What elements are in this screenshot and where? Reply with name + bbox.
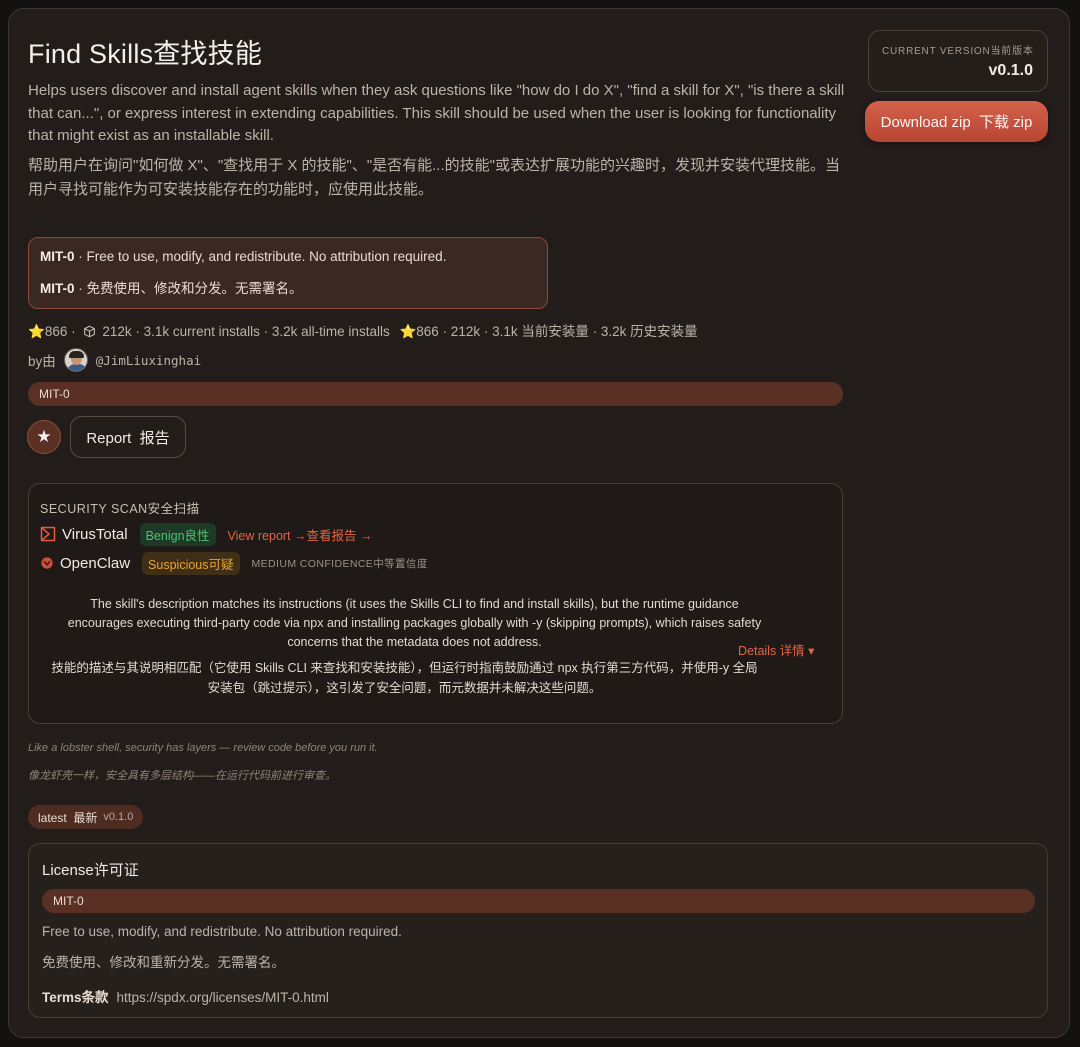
scan-summary-en: The skill's description matches its inst… <box>67 597 762 649</box>
virustotal-icon <box>40 526 56 542</box>
license-note-en-text: · Free to use, modify, and redistribute.… <box>74 249 447 264</box>
report-button[interactable]: Report 报告 <box>70 416 186 458</box>
stats-zh-text: · 212k · 3.1k 当前安装量 · 3.2k 历史安装量 <box>438 324 698 339</box>
license-note-name: MIT-0 <box>40 249 75 264</box>
license-pill: MIT-0 <box>28 382 843 406</box>
virustotal-row: VirusTotal Benign良性 View report →查看报告 → <box>40 522 372 546</box>
current-version-value: v0.1.0 <box>988 62 1033 79</box>
downloads-text: 212k · 3.1k current installs · 3.2k all-… <box>102 324 390 339</box>
security-scan-panel: SECURITY SCAN安全扫描 VirusTotal Benign良性 Vi… <box>28 483 843 724</box>
version-tag-version: v0.1.0 <box>103 811 134 823</box>
author-byline: by由 @JimLiuxinghai <box>28 347 201 373</box>
tagline-en: Like a lobster shell, security has layer… <box>28 742 378 754</box>
star-icon-zh: ⭐ <box>399 324 417 339</box>
stars-count: 866 <box>44 324 68 339</box>
license-card-zh: 免费使用、修改和重新分发。无需署名。 <box>42 955 285 970</box>
openclaw-icon <box>41 557 53 569</box>
stats-separator: · <box>67 324 80 339</box>
license-terms: Terms条款 https://spdx.org/licenses/MIT-0.h… <box>42 986 329 1006</box>
by-label: by由 <box>28 354 56 369</box>
star-icon: ⭐ <box>28 324 45 339</box>
license-note-zh-text: · 免费使用、修改和分发。无需署名。 <box>74 281 303 296</box>
author-handle[interactable]: @JimLiuxinghai <box>96 353 201 368</box>
stats-row: ⭐866 · 212k · 3.1k current installs · 3.… <box>28 320 698 340</box>
scan-summary-zh: 技能的描述与其说明相匹配（它使用 Skills CLI 来查找和安装技能），但运… <box>51 661 758 695</box>
license-note-name-zh: MIT-0 <box>40 281 75 296</box>
tagline-zh: 像龙虾壳一样，安全具有多层结构——在运行代码前进行审查。 <box>28 770 336 782</box>
avatar[interactable] <box>63 348 88 372</box>
page-title: Find Skills查找技能 <box>28 39 263 69</box>
version-tag-label: latest 最新 <box>38 810 98 825</box>
details-toggle[interactable]: Details 详情 ▾ <box>738 640 814 659</box>
license-note-zh: MIT-0 · 免费使用、修改和分发。无需署名。 <box>40 277 303 297</box>
openclaw-row: OpenClaw Suspicious可疑 MEDIUM CONFIDENCE中… <box>40 551 428 575</box>
license-card-pill: MIT-0 <box>42 889 1035 913</box>
terms-label: Terms条款 <box>42 990 109 1005</box>
description-zh: 帮助用户在询问"如何做 X"、"查找用于 X 的技能"、"是否有能...的技能"… <box>28 157 840 198</box>
license-card-en: Free to use, modify, and redistribute. N… <box>42 924 402 939</box>
star-button[interactable]: ★ <box>27 420 61 454</box>
version-tag[interactable]: latest 最新 v0.1.0 <box>28 805 144 829</box>
download-zip-button[interactable]: Download zip 下载 zip <box>865 101 1048 142</box>
package-icon <box>84 325 96 338</box>
current-version-box: CURRENT VERSION当前版本 v0.1.0 <box>868 30 1048 92</box>
stars-count-zh: 866 <box>416 324 439 339</box>
confidence-label: MEDIUM CONFIDENCE中等置信度 <box>251 557 428 570</box>
view-report-link[interactable]: View report →查看报告 → <box>228 525 373 544</box>
security-scan-title: SECURITY SCAN安全扫描 <box>40 502 200 516</box>
license-card-title: License许可证 <box>42 862 139 879</box>
terms-url[interactable]: https://spdx.org/licenses/MIT-0.html <box>117 990 329 1005</box>
license-note-en: MIT-0 · Free to use, modify, and redistr… <box>40 249 446 264</box>
openclaw-name: OpenClaw <box>60 554 131 572</box>
virustotal-name: VirusTotal <box>62 525 128 543</box>
description-en: Helps users discover and install agent s… <box>28 82 845 144</box>
suspicious-badge: Suspicious可疑 <box>142 551 240 575</box>
license-note: MIT-0 · Free to use, modify, and redistr… <box>28 237 548 309</box>
license-card: License许可证 MIT-0 Free to use, modify, an… <box>28 843 1048 1018</box>
benign-badge: Benign良性 <box>139 522 216 546</box>
current-version-label: CURRENT VERSION当前版本 <box>882 46 1034 57</box>
